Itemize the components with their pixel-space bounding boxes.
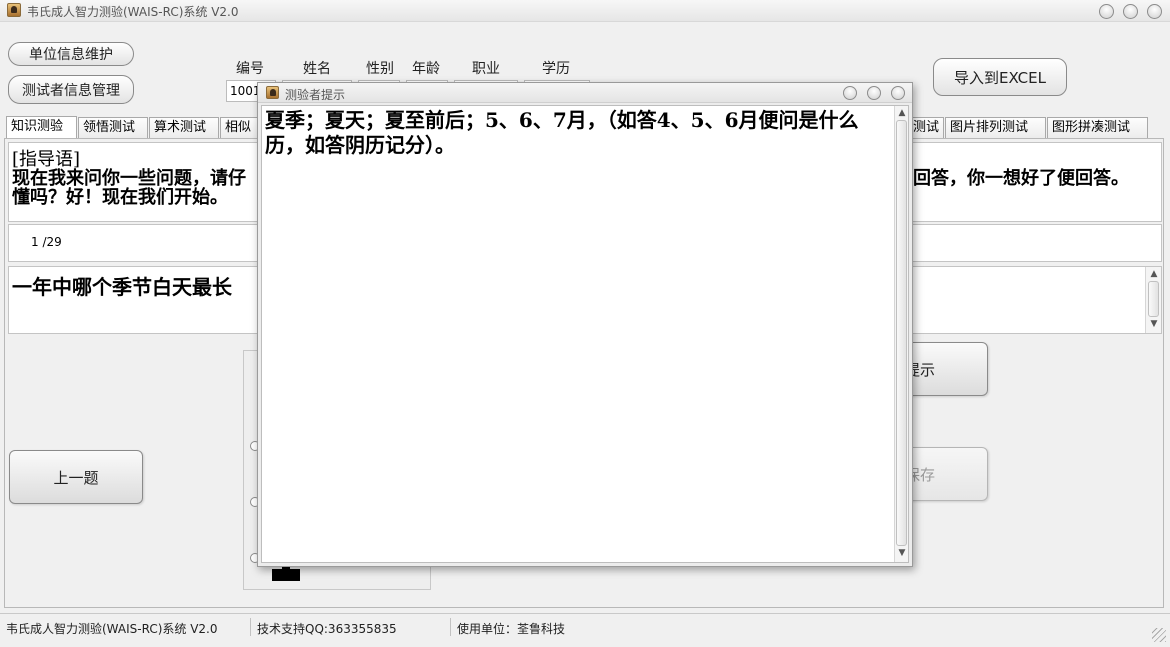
- dialog-title-bar[interactable]: 测验者提示: [258, 83, 912, 103]
- close-button[interactable]: [1147, 4, 1162, 19]
- app-icon: [7, 3, 21, 17]
- window-title: 韦氏成人智力测验(WAIS-RC)系统 V2.0: [27, 5, 239, 19]
- tab-arithmetic[interactable]: 算术测试: [149, 117, 219, 138]
- tab-similarities[interactable]: 相似: [220, 117, 260, 138]
- dialog-scroll-thumb[interactable]: [896, 120, 907, 546]
- instruction-line1-right: 回答，你一想好了便回答。: [913, 168, 1129, 189]
- tab-object-assembly[interactable]: 图形拼凑测试: [1047, 117, 1148, 138]
- status-support: 技术支持QQ:363355835: [257, 622, 397, 636]
- instruction-line2: 懂吗？好！现在我们开始。: [12, 187, 228, 208]
- tab-comprehension[interactable]: 领悟测试: [78, 117, 148, 138]
- question-scrollbar[interactable]: ▲ ▼: [1145, 267, 1161, 333]
- dialog-hint-text: 夏季；夏天；夏至前后；5、6、7月，（如答4、5、6月便问是什么历，如答阴历记分…: [265, 108, 859, 157]
- status-divider: [450, 618, 451, 636]
- question-text: 一年中哪个季节白天最长: [12, 275, 232, 299]
- dialog-app-icon: [266, 86, 279, 99]
- dialog-maximize-button[interactable]: [867, 86, 881, 100]
- dialog-close-button[interactable]: [891, 86, 905, 100]
- status-app-name: 韦氏成人智力测验(WAIS-RC)系统 V2.0: [6, 622, 218, 636]
- dialog-text-area[interactable]: 夏季；夏天；夏至前后；5、6、7月，（如答4、5、6月便问是什么历，如答阴历记分…: [261, 105, 909, 563]
- scroll-up-icon[interactable]: ▲: [1148, 269, 1160, 279]
- tab-picture-arrangement[interactable]: 图片排列测试: [945, 117, 1046, 138]
- label-name: 姓名: [303, 61, 331, 77]
- label-education: 学历: [542, 61, 570, 77]
- prev-question-button[interactable]: 上一题: [9, 450, 143, 504]
- tab-knowledge[interactable]: 知识测验: [6, 116, 77, 139]
- label-occupation: 职业: [472, 61, 500, 77]
- title-bar: 韦氏成人智力测验(WAIS-RC)系统 V2.0: [0, 0, 1170, 22]
- status-bar: 韦氏成人智力测验(WAIS-RC)系统 V2.0 技术支持QQ:36335583…: [0, 613, 1170, 647]
- scroll-thumb[interactable]: [1148, 281, 1159, 317]
- dialog-minimize-button[interactable]: [843, 86, 857, 100]
- label-id: 编号: [236, 61, 264, 77]
- maximize-button[interactable]: [1123, 4, 1138, 19]
- dialog-scroll-down-icon[interactable]: ▼: [896, 548, 908, 558]
- progress-counter: 1 /29: [31, 235, 62, 249]
- scroll-down-icon[interactable]: ▼: [1148, 319, 1160, 329]
- hint-dialog: 测验者提示 夏季；夏天；夏至前后；5、6、7月，（如答4、5、6月便问是什么历，…: [257, 82, 913, 567]
- minimize-button[interactable]: [1099, 4, 1114, 19]
- export-excel-button[interactable]: 导入到EXCEL: [933, 58, 1067, 96]
- dialog-scroll-up-icon[interactable]: ▲: [896, 108, 908, 118]
- status-unit: 使用单位：荃鲁科技: [457, 622, 566, 636]
- dialog-title: 测验者提示: [285, 88, 346, 102]
- resize-grip-icon[interactable]: [1152, 628, 1166, 642]
- status-divider: [250, 618, 251, 636]
- tester-info-button[interactable]: 测试者信息管理: [8, 75, 134, 104]
- label-age: 年龄: [412, 61, 440, 77]
- dialog-scrollbar[interactable]: ▲ ▼: [894, 106, 908, 562]
- unit-info-button[interactable]: 单位信息维护: [8, 42, 134, 66]
- label-gender: 性别: [366, 61, 394, 77]
- tab-hidden-test[interactable]: 测试: [908, 117, 944, 138]
